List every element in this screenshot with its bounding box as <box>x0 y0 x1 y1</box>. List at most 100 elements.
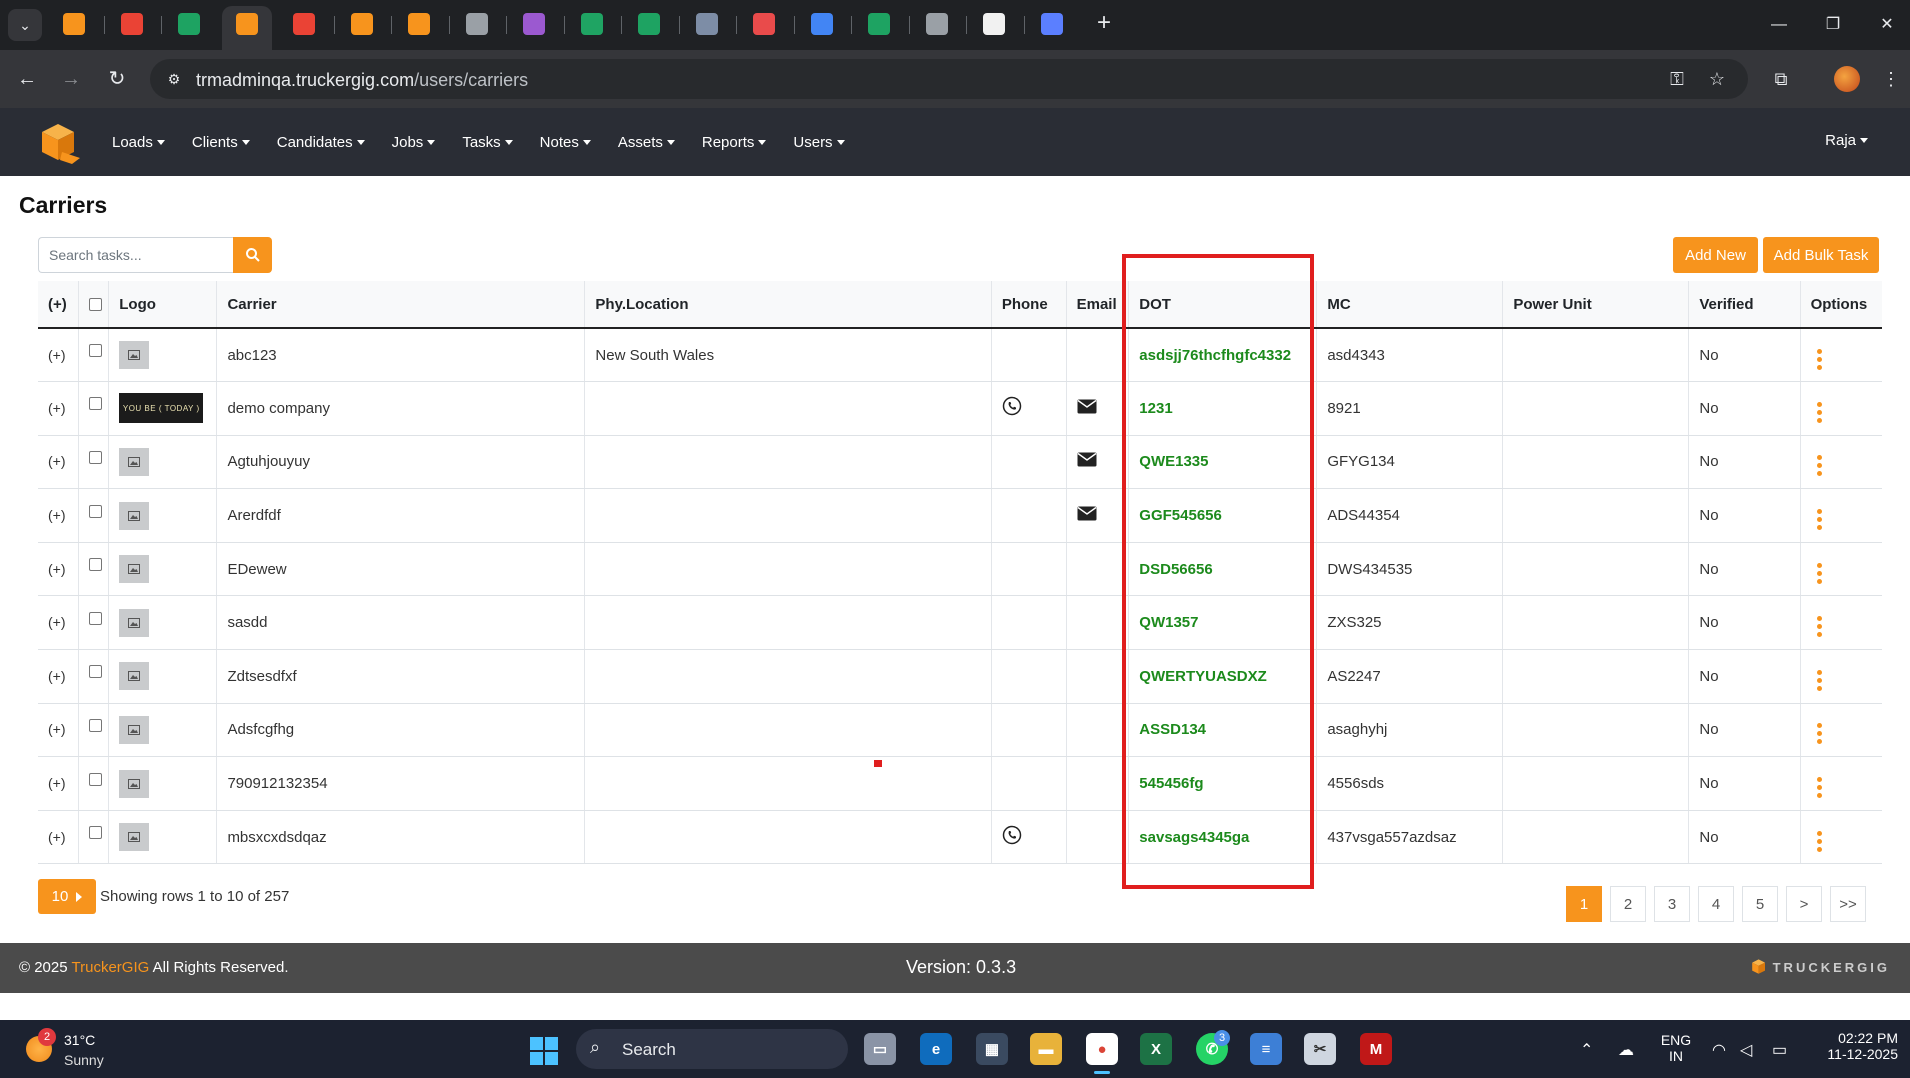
rows-per-page-dropdown[interactable]: 10 <box>38 879 96 914</box>
bird-tab-icon[interactable] <box>1041 13 1063 35</box>
nav-notes-menu[interactable]: Notes <box>540 134 591 151</box>
carrier-cell[interactable]: demo company <box>216 381 586 436</box>
task-view-icon[interactable]: ▭ <box>864 1033 896 1065</box>
kebab-menu-icon[interactable] <box>1816 616 1822 638</box>
row-checkbox[interactable] <box>88 772 102 786</box>
image-placeholder-icon[interactable] <box>119 447 150 476</box>
gmail-tab-icon[interactable] <box>293 13 315 35</box>
mcafee-icon[interactable]: M <box>1360 1033 1392 1065</box>
kebab-menu-icon[interactable] <box>1816 669 1822 691</box>
dot-link[interactable]: savsags4345ga <box>1139 829 1249 846</box>
page-2-button[interactable]: 2 <box>1610 886 1646 922</box>
nav-reports-menu[interactable]: Reports <box>702 134 767 151</box>
sheets-tab-icon[interactable] <box>638 13 660 35</box>
row-checkbox[interactable] <box>88 397 102 411</box>
row-checkbox[interactable] <box>88 611 102 625</box>
windows-start-icon[interactable] <box>530 1037 558 1065</box>
header-carrier[interactable]: Carrier <box>216 281 586 329</box>
row-checkbox[interactable] <box>88 504 102 518</box>
image-placeholder-icon[interactable] <box>119 341 150 370</box>
truckergig-tab-icon[interactable] <box>63 13 85 35</box>
file-explorer-icon[interactable]: ▬ <box>1030 1033 1062 1065</box>
carrier-cell[interactable]: abc123 <box>216 328 586 383</box>
reload-button[interactable]: ↻ <box>102 65 132 93</box>
gemini-tab-icon[interactable] <box>811 13 833 35</box>
table-row[interactable]: (+) Agtuhjouyuy QWE1335 GFYG134 No <box>38 435 1882 490</box>
expand-row-button[interactable]: (+) <box>48 561 66 577</box>
kebab-menu-icon[interactable] <box>1816 455 1822 477</box>
site-info-icon[interactable]: ⚙ <box>164 69 184 89</box>
onedrive-cloud-icon[interactable]: ☁ <box>1618 1040 1634 1060</box>
url-text[interactable]: trmadminqa.truckergig.com/users/carriers <box>196 70 528 91</box>
row-checkbox[interactable] <box>88 826 102 840</box>
expand-row-button[interactable]: (+) <box>48 507 66 523</box>
profile-avatar[interactable] <box>1834 66 1860 92</box>
header-expand[interactable]: (+) <box>38 281 79 329</box>
page-3-button[interactable]: 3 <box>1654 886 1690 922</box>
image-placeholder-icon[interactable] <box>119 555 150 584</box>
row-checkbox[interactable] <box>88 344 102 358</box>
close-window-button[interactable]: ✕ <box>1872 12 1902 38</box>
email-icon[interactable] <box>1077 452 1097 467</box>
gmail-tab-icon[interactable] <box>121 13 143 35</box>
dot-link[interactable]: 1231 <box>1139 400 1172 417</box>
wifi-icon[interactable]: ◠ <box>1712 1040 1726 1060</box>
image-placeholder-icon[interactable] <box>119 823 150 852</box>
add-bulk-task-button[interactable]: Add Bulk Task <box>1763 237 1879 273</box>
dot-link[interactable]: QW1357 <box>1139 614 1198 631</box>
back-button[interactable]: ← <box>12 65 42 93</box>
nav-candidates-menu[interactable]: Candidates <box>277 134 365 151</box>
expand-row-button[interactable]: (+) <box>48 721 66 737</box>
feather-tab-icon[interactable] <box>523 13 545 35</box>
table-row[interactable]: (+) mbsxcxdsdqaz savsags4345ga 437vsga557az… <box>38 810 1882 865</box>
chatgpt-tab-icon[interactable] <box>466 13 488 35</box>
row-checkbox[interactable] <box>88 451 102 465</box>
table-row[interactable]: (+) abc123 New South Wales asdsjj76thcfhgfc… <box>38 328 1882 383</box>
table-row[interactable]: (+) YOU BE ( TODAY ) demo company 1231 8921 N… <box>38 381 1882 436</box>
carrier-cell[interactable]: 790912132354 <box>216 756 586 811</box>
table-row[interactable]: (+) Adsfcgfhg ASSD134 asaghyhj No <box>38 703 1882 758</box>
image-placeholder-icon[interactable] <box>119 715 150 744</box>
truckergig-tab-icon[interactable] <box>236 13 258 35</box>
next-page-button[interactable]: > <box>1786 886 1822 922</box>
carrier-cell[interactable]: Zdtsesdfxf <box>216 649 586 704</box>
brand-link[interactable]: TruckerGIG <box>72 959 150 976</box>
red-tree-tab-icon[interactable] <box>753 13 775 35</box>
email-icon[interactable] <box>1077 399 1097 414</box>
dot-link[interactable]: QWERTYUASDXZ <box>1139 668 1267 685</box>
page-1-button[interactable]: 1 <box>1566 886 1602 922</box>
search-input[interactable] <box>38 237 234 273</box>
nav-loads-menu[interactable]: Loads <box>112 134 165 151</box>
kebab-menu-icon[interactable] <box>1816 777 1822 799</box>
user-menu[interactable]: Raja <box>1825 132 1868 149</box>
dot-link[interactable]: DSD56656 <box>1139 561 1212 578</box>
carrier-cell[interactable]: EDewew <box>216 542 586 597</box>
expand-row-button[interactable]: (+) <box>48 775 66 791</box>
dot-link[interactable]: 545456fg <box>1139 775 1203 792</box>
truckergig-tab-icon[interactable] <box>408 13 430 35</box>
header-select-all[interactable] <box>78 281 110 329</box>
image-placeholder-icon[interactable] <box>119 501 150 530</box>
row-checkbox[interactable] <box>88 558 102 572</box>
image-placeholder-icon[interactable] <box>119 662 150 691</box>
header-dot[interactable]: DOT <box>1128 281 1318 329</box>
y-tab-icon[interactable] <box>696 13 718 35</box>
row-checkbox[interactable] <box>88 718 102 732</box>
expand-row-button[interactable]: (+) <box>48 453 66 469</box>
nav-tasks-menu[interactable]: Tasks <box>462 134 513 151</box>
add-new-button[interactable]: Add New <box>1673 237 1758 273</box>
kebab-menu-icon[interactable] <box>1816 509 1822 531</box>
table-row[interactable]: (+) 790912132354 545456fg 4556sds No <box>38 756 1882 811</box>
battery-icon[interactable]: ▭ <box>1772 1040 1787 1060</box>
extensions-icon[interactable]: ⧉ <box>1766 65 1796 93</box>
red-circle-tab-icon[interactable] <box>983 13 1005 35</box>
image-placeholder-icon[interactable] <box>119 608 150 637</box>
browser-menu-icon[interactable]: ⋮ <box>1876 65 1906 93</box>
store-icon[interactable]: ▦ <box>976 1033 1008 1065</box>
expand-row-button[interactable]: (+) <box>48 400 66 416</box>
dot-link[interactable]: QWE1335 <box>1139 453 1208 470</box>
header-mc[interactable]: MC <box>1316 281 1504 329</box>
expand-row-button[interactable]: (+) <box>48 668 66 684</box>
select-all-checkbox[interactable] <box>88 298 102 312</box>
header-power-unit[interactable]: Power Unit <box>1502 281 1690 329</box>
